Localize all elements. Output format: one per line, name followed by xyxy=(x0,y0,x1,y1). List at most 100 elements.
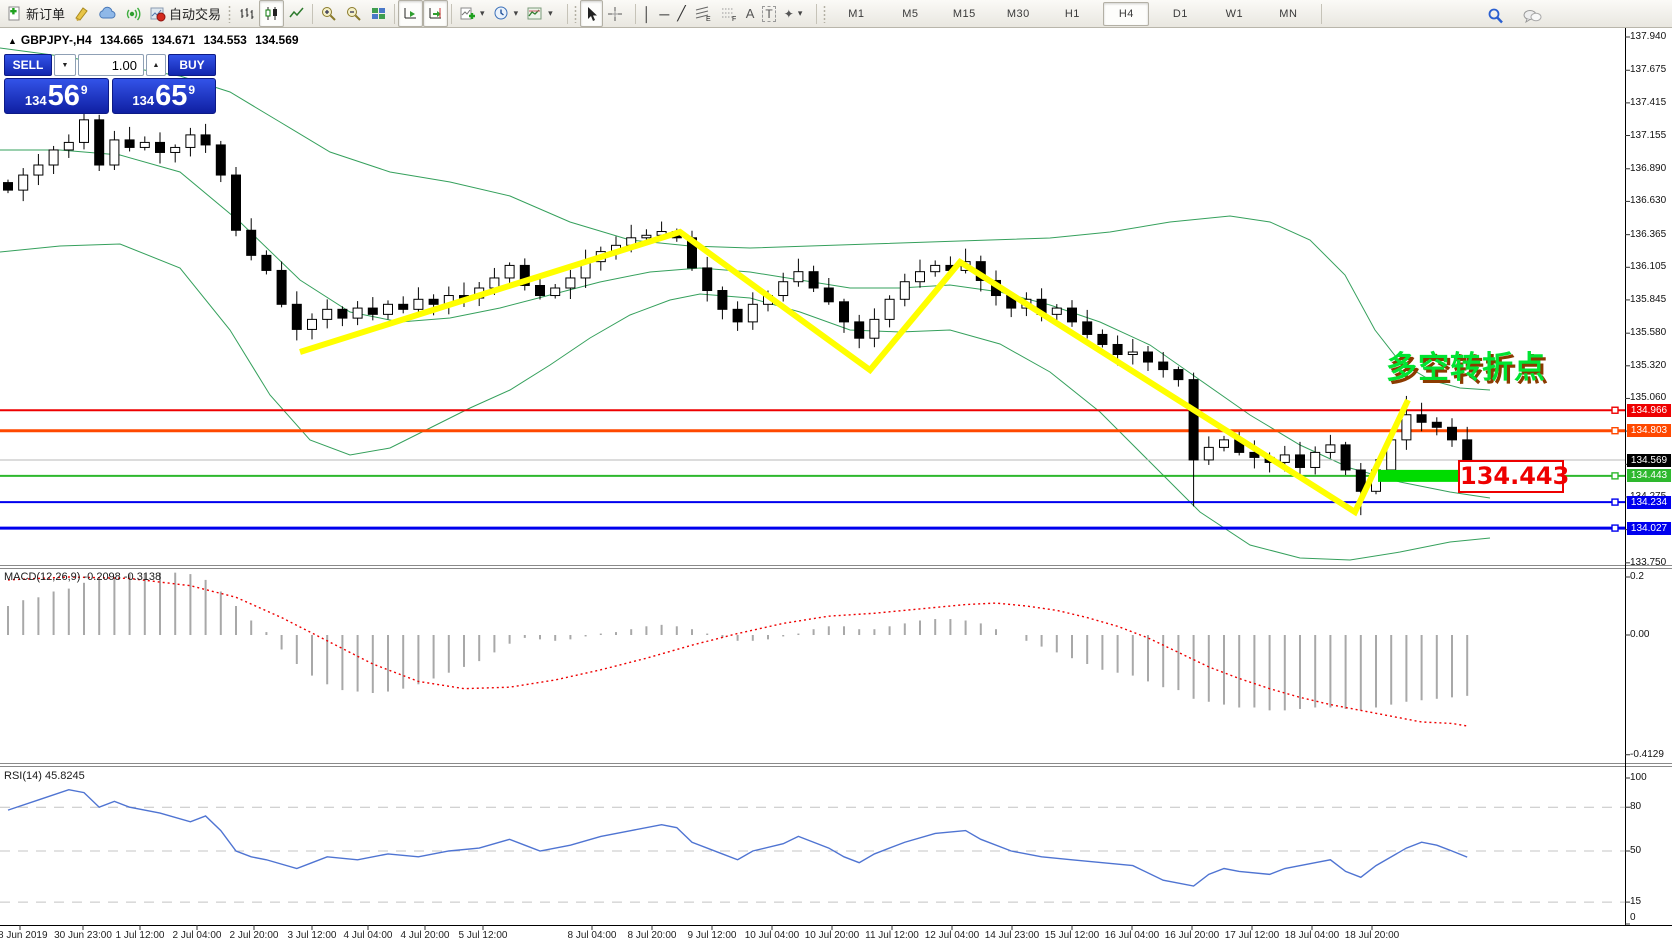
crosshair-tool-button[interactable] xyxy=(603,0,627,27)
candle-body xyxy=(1402,415,1411,440)
candle-body xyxy=(1311,452,1320,467)
toolbar-drag-handle[interactable] xyxy=(227,5,232,23)
level-handle-134.027[interactable] xyxy=(1612,525,1618,531)
rsi-tick-label: 50 xyxy=(1630,845,1641,856)
candle-body xyxy=(247,230,256,255)
timeframe-button-mn[interactable]: MN xyxy=(1265,2,1311,26)
level-price-label[interactable]: 134.443 xyxy=(1627,469,1671,482)
candle-body xyxy=(4,183,13,191)
arrows-tool-button[interactable]: ✦ ▾ xyxy=(780,0,807,27)
volume-increase-button[interactable]: ▲ xyxy=(146,54,166,76)
candlestick-chart-button[interactable] xyxy=(259,0,284,27)
volume-input[interactable] xyxy=(78,54,144,76)
fibonacci-tool-button[interactable]: E xyxy=(690,0,716,27)
volume-decrease-button[interactable]: ▼ xyxy=(54,54,76,76)
fibo-expansion-tool-button[interactable]: F xyxy=(716,0,742,27)
autotrading-button[interactable]: 自动交易 xyxy=(145,0,225,27)
timeframe-button-m5[interactable]: M5 xyxy=(887,2,933,26)
price-tick-label: 137.155 xyxy=(1630,130,1666,141)
new-order-label: 新订单 xyxy=(26,4,65,23)
timeframe-label: MN xyxy=(1279,8,1297,20)
rsi-tick-label: 80 xyxy=(1630,801,1641,812)
candle-body xyxy=(566,278,575,288)
rsi-value: 45.8245 xyxy=(45,770,85,782)
sound-button[interactable] xyxy=(120,0,145,27)
chat-button[interactable] xyxy=(1518,2,1546,29)
sell-price-box[interactable]: 134569 xyxy=(4,78,109,114)
text-tool-button[interactable]: A xyxy=(742,0,759,27)
line-chart-button[interactable] xyxy=(284,0,309,27)
one-click-trading-panel: SELL ▼ ▲ BUY 134569 134659 xyxy=(4,54,216,114)
candle-body xyxy=(292,304,301,329)
panel-collapse-toggle[interactable]: ▲ xyxy=(8,36,17,46)
text-label-tool-button[interactable]: T xyxy=(758,0,779,27)
candle-body xyxy=(642,235,651,238)
timeframe-button-d1[interactable]: D1 xyxy=(1157,2,1203,26)
toolbar-drag-handle-2[interactable] xyxy=(573,5,578,23)
candle-body xyxy=(368,308,377,314)
level-price-label[interactable]: 134.803 xyxy=(1627,424,1671,437)
level-price-label[interactable]: 134.966 xyxy=(1627,404,1671,417)
cursor-icon xyxy=(584,6,599,22)
level-handle-134.966[interactable] xyxy=(1612,407,1618,413)
timeframe-button-h4[interactable]: H4 xyxy=(1103,2,1149,26)
search-button[interactable] xyxy=(1482,2,1508,29)
buy-price-box[interactable]: 134659 xyxy=(112,78,217,114)
auto-scroll-button[interactable] xyxy=(423,0,448,27)
trendline-tool-button[interactable]: ╱ xyxy=(673,0,689,27)
sell-button[interactable]: SELL xyxy=(4,54,52,76)
timeframe-button-w1[interactable]: W1 xyxy=(1211,2,1257,26)
candle-body xyxy=(201,135,210,145)
new-chart-button[interactable]: ▾ xyxy=(455,0,489,27)
horizontal-line-tool-button[interactable]: ─ xyxy=(655,0,673,27)
symbol-info-bar: ▲GBPJPY-,H4 134.665 134.671 134.553 134.… xyxy=(8,33,304,47)
ohlc-high: 134.671 xyxy=(152,33,195,47)
level-handle-134.803[interactable] xyxy=(1612,428,1618,434)
level-price-label[interactable]: 134.569 xyxy=(1627,454,1671,467)
level-handle-134.443[interactable] xyxy=(1612,473,1618,479)
rsi-tick-label: 0 xyxy=(1630,912,1636,923)
cursor-tool-button[interactable] xyxy=(580,0,603,27)
timeframe-button-m15[interactable]: M15 xyxy=(941,2,987,26)
crosshair-icon xyxy=(607,6,623,22)
zoom-in-button[interactable] xyxy=(316,0,341,27)
cloud-button[interactable] xyxy=(94,0,120,27)
toolbar-drag-handle-3[interactable] xyxy=(822,5,827,23)
marker-tool-button[interactable] xyxy=(69,0,94,27)
price-tick-label: 136.365 xyxy=(1630,229,1666,240)
chart-shift-button[interactable] xyxy=(398,0,423,27)
tile-windows-button[interactable] xyxy=(366,0,391,27)
level-price-label[interactable]: 134.234 xyxy=(1627,496,1671,509)
bar-chart-icon xyxy=(238,5,255,22)
zoom-out-button[interactable] xyxy=(341,0,366,27)
templates-button[interactable]: ▾ xyxy=(522,0,557,27)
price-callout-box[interactable]: 134.443 xyxy=(1458,460,1564,493)
candle-body xyxy=(703,268,712,291)
chat-icon xyxy=(1522,7,1542,25)
sound-icon xyxy=(124,5,141,22)
time-axis-label: 18 Jul 20:00 xyxy=(1327,930,1417,941)
timeframe-button-h1[interactable]: H1 xyxy=(1049,2,1095,26)
candle-body xyxy=(551,288,560,296)
sell-price-main: 56 xyxy=(48,82,80,111)
timeframe-label: M1 xyxy=(848,8,864,20)
new-order-button[interactable]: 新订单 xyxy=(2,0,69,27)
candle-body xyxy=(1326,445,1335,453)
candle-body xyxy=(232,175,241,230)
candle-body xyxy=(885,299,894,319)
cloud-icon xyxy=(98,5,116,22)
level-handle-134.234[interactable] xyxy=(1612,499,1618,505)
vertical-line-tool-button[interactable]: │ xyxy=(639,0,656,27)
candle-body xyxy=(125,140,134,148)
bar-chart-button[interactable] xyxy=(234,0,259,27)
turning-point-annotation[interactable]: 多空转折点 xyxy=(1386,342,1546,387)
periods-button[interactable]: ▾ xyxy=(489,0,523,27)
candle-body xyxy=(1113,344,1122,354)
level-price-label[interactable]: 134.027 xyxy=(1627,522,1671,535)
candle-body xyxy=(429,299,438,304)
candle-body xyxy=(1220,440,1229,448)
timeframe-button-m1[interactable]: M1 xyxy=(833,2,879,26)
buy-button[interactable]: BUY xyxy=(168,54,216,76)
candle-body xyxy=(186,135,195,148)
timeframe-button-m30[interactable]: M30 xyxy=(995,2,1041,26)
